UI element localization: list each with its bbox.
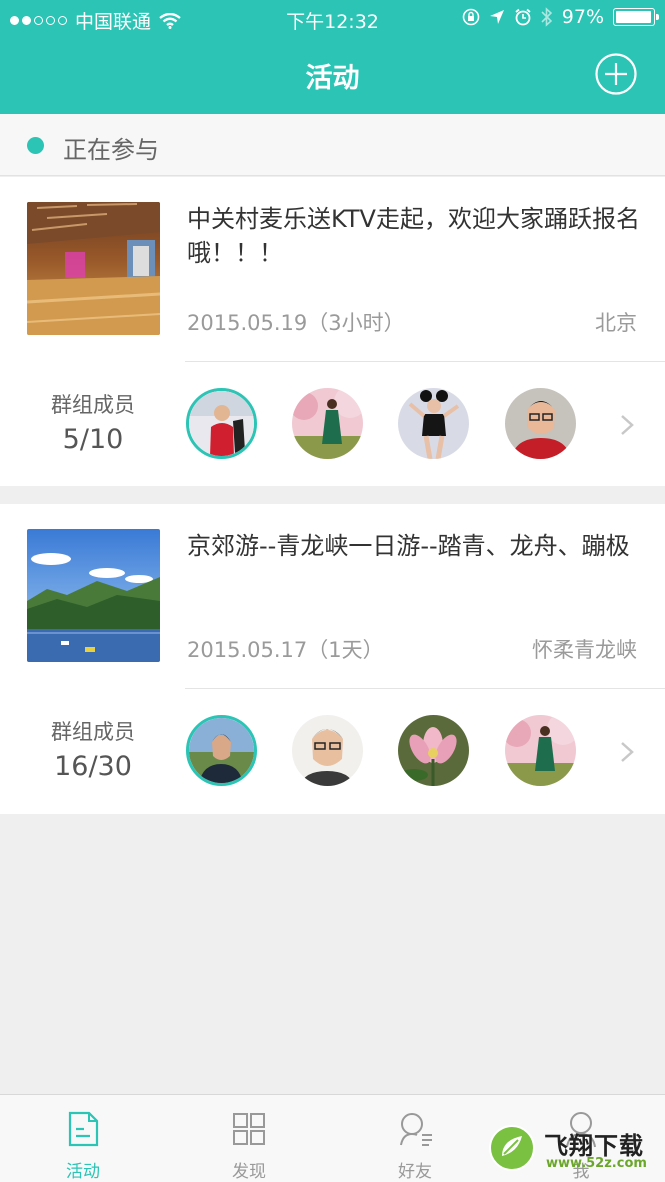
avatar[interactable] — [186, 715, 257, 786]
activity-date: 2015.05.19（3小时） — [187, 311, 405, 335]
bluetooth-icon — [541, 7, 552, 27]
activity-card[interactable]: 京郊游--青龙峡一日游--踏青、龙舟、蹦极 2015.05.17（1天） 怀柔青… — [0, 504, 665, 814]
tab-activity[interactable]: 活动 — [0, 1095, 166, 1182]
activity-thumbnail — [27, 529, 160, 662]
watermark-logo-icon — [489, 1125, 535, 1171]
divider — [185, 361, 665, 362]
page-title: 活动 — [305, 63, 360, 94]
activity-title: 中关村麦乐送KTV走起，欢迎大家踊跃报名哦！！！ — [187, 205, 640, 267]
section-label: 正在参与 — [63, 136, 159, 164]
activity-thumbnail — [27, 202, 160, 335]
activity-location: 怀柔青龙峡 — [532, 638, 637, 662]
friends-icon — [400, 1113, 432, 1146]
chevron-right-icon[interactable] — [619, 413, 635, 437]
members-count: 16/30 — [54, 751, 132, 782]
alarm-icon — [515, 8, 531, 26]
section-dot — [27, 137, 44, 154]
plus-circle-icon[interactable] — [595, 53, 637, 95]
members-label: 群组成员 — [51, 393, 135, 417]
chevron-right-icon[interactable] — [619, 740, 635, 764]
document-icon — [68, 1111, 99, 1147]
battery-percent: 97% — [561, 6, 604, 28]
watermark-site: www.52z.com — [546, 1156, 647, 1171]
avatar[interactable] — [292, 388, 363, 459]
tab-friends[interactable]: 好友 — [332, 1095, 498, 1182]
activity-card[interactable]: 中关村麦乐送KTV走起，欢迎大家踊跃报名哦！！！ 2015.05.19（3小时）… — [0, 177, 665, 486]
activity-title: 京郊游--青龙峡一日游--踏青、龙舟、蹦极 — [187, 532, 630, 560]
members-count: 5/10 — [62, 424, 124, 455]
tab-label: 好友 — [398, 1162, 432, 1182]
status-right: 97% — [462, 6, 659, 28]
battery-icon — [613, 8, 659, 26]
top-bar: 中国联通 下午12:32 97% 活动 — [0, 0, 665, 114]
avatar[interactable] — [505, 388, 576, 459]
tab-discover[interactable]: 发现 — [166, 1095, 332, 1182]
avatar[interactable] — [398, 388, 469, 459]
activity-location: 北京 — [595, 311, 637, 335]
rotation-lock-icon — [462, 8, 480, 26]
tab-label: 活动 — [66, 1162, 100, 1182]
tab-label: 发现 — [232, 1162, 266, 1182]
avatar[interactable] — [186, 388, 257, 459]
activity-date: 2015.05.17（1天） — [187, 638, 384, 662]
divider — [185, 688, 665, 689]
avatar[interactable] — [505, 715, 576, 786]
watermark: 飞翔下载 www.52z.com — [488, 1122, 660, 1178]
section-header: 正在参与 — [0, 114, 665, 176]
grid-icon — [233, 1113, 265, 1145]
avatar[interactable] — [292, 715, 363, 786]
status-bar: 中国联通 下午12:32 97% — [0, 0, 665, 38]
avatar[interactable] — [398, 715, 469, 786]
location-arrow-icon — [489, 10, 504, 24]
members-label: 群组成员 — [51, 720, 135, 744]
